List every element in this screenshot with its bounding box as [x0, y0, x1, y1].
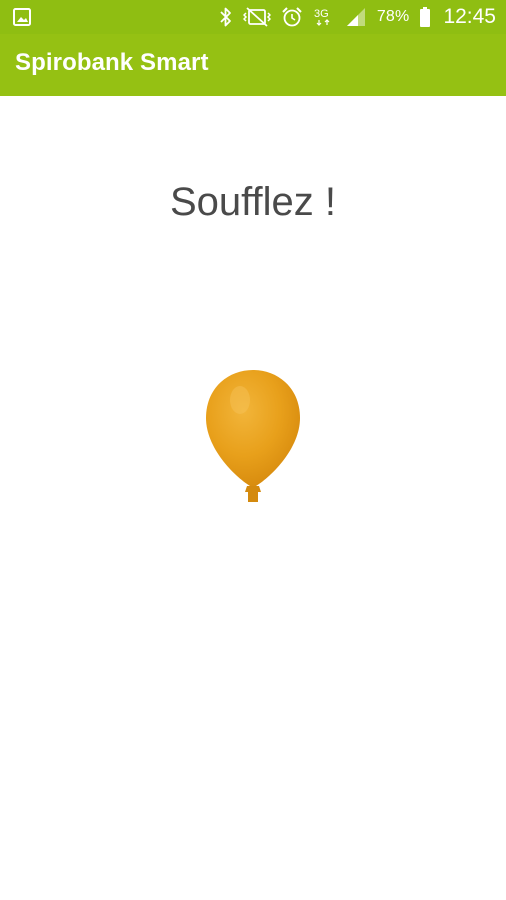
bluetooth-icon: [219, 6, 233, 28]
battery-percent: 78%: [376, 8, 410, 25]
signal-icon: [345, 6, 367, 28]
app-title: Spirobank Smart: [15, 49, 209, 76]
blow-prompt: Soufflez !: [169, 180, 337, 224]
status-bar: 3G 78% 12:45: [0, 0, 506, 34]
balloon-icon: [200, 366, 306, 508]
image-notification-icon: [12, 7, 32, 27]
app-bar: Spirobank Smart: [0, 34, 506, 96]
network-3g-icon: 3G: [313, 6, 335, 28]
battery-icon: [419, 6, 431, 28]
status-icons: 3G 78% 12:45: [219, 0, 496, 34]
network-type-label: 3G: [314, 8, 329, 20]
vibrate-icon: [242, 6, 271, 28]
alarm-icon: [281, 6, 303, 28]
clock: 12:45: [443, 5, 496, 28]
screen: 3G 78% 12:45 Spirobank Smart Soufflez !: [0, 0, 506, 900]
